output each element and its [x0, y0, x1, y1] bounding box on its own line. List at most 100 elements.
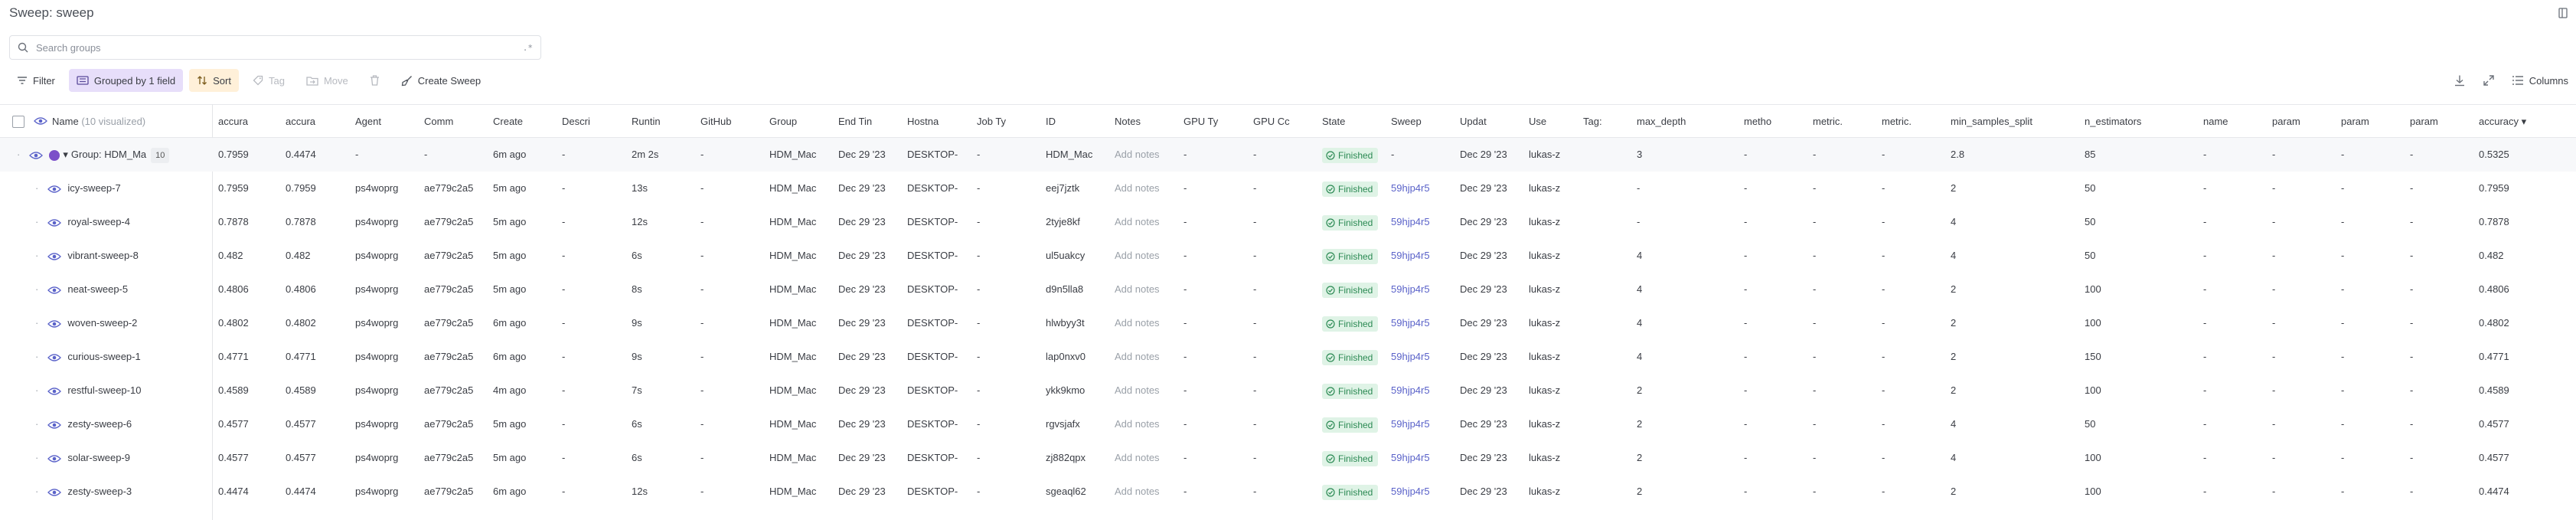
select-all-checkbox[interactable] — [12, 116, 24, 128]
column-header[interactable]: accura — [279, 105, 349, 139]
column-header[interactable]: metho — [1738, 105, 1807, 139]
column-header[interactable]: param — [2335, 105, 2404, 139]
column-header[interactable]: Hostna — [901, 105, 971, 139]
run-name-cell[interactable]: · woven-sweep-2 — [0, 306, 212, 340]
column-header[interactable]: State — [1316, 105, 1385, 139]
column-header[interactable]: End Tin — [832, 105, 901, 139]
sweep-link[interactable]: 59hjp4r5 — [1391, 452, 1430, 463]
add-notes-link[interactable]: Add notes — [1115, 351, 1160, 362]
table-row[interactable]: · royal-sweep-4 0.7878 0.7878 ps4woprg ae779c… — [0, 205, 2576, 239]
sweep-link[interactable]: 59hjp4r5 — [1391, 418, 1430, 430]
column-header[interactable]: name — [2197, 105, 2266, 139]
create-sweep-button[interactable]: Create Sweep — [393, 69, 488, 92]
delete-button[interactable] — [362, 69, 387, 92]
download-icon[interactable] — [2454, 74, 2466, 87]
search-input[interactable] — [36, 41, 523, 54]
group-color-dot[interactable] — [49, 149, 60, 161]
columns-button[interactable]: Columns — [2512, 69, 2568, 92]
add-notes-link[interactable]: Add notes — [1115, 149, 1160, 160]
table-row[interactable]: · restful-sweep-10 0.4589 0.4589 ps4woprg ae7… — [0, 374, 2576, 407]
column-header[interactable]: Job Ty — [971, 105, 1040, 139]
run-name[interactable]: royal-sweep-4 — [67, 216, 130, 227]
column-header[interactable]: Notes — [1108, 105, 1177, 139]
run-visibility-icon[interactable] — [47, 488, 62, 497]
table-row[interactable]: · curious-sweep-1 0.4771 0.4771 ps4woprg ae77… — [0, 340, 2576, 374]
run-name[interactable]: zesty-sweep-6 — [67, 418, 132, 430]
sort-button[interactable]: Sort — [189, 69, 239, 92]
run-name-cell[interactable]: · restful-sweep-10 — [0, 374, 212, 407]
run-name[interactable]: neat-sweep-5 — [67, 283, 128, 295]
column-header[interactable]: min_samples_split — [1944, 105, 2078, 139]
column-header[interactable]: Tag: — [1577, 105, 1631, 139]
sweep-link[interactable]: 59hjp4r5 — [1391, 283, 1430, 295]
table-row[interactable]: · solar-sweep-9 0.4577 0.4577 ps4woprg ae779c… — [0, 441, 2576, 475]
add-notes-link[interactable]: Add notes — [1115, 182, 1160, 194]
table-row[interactable]: · woven-sweep-2 0.4802 0.4802 ps4woprg ae779c… — [0, 306, 2576, 340]
table-row[interactable]: · zesty-sweep-3 0.4474 0.4474 ps4woprg ae779c… — [0, 475, 2576, 509]
column-header[interactable]: Use — [1523, 105, 1577, 139]
tag-button[interactable]: Tag — [245, 69, 292, 92]
expand-icon[interactable] — [2483, 74, 2495, 87]
run-visibility-icon[interactable] — [47, 420, 62, 430]
run-name-cell[interactable]: · solar-sweep-9 — [0, 441, 212, 475]
column-header[interactable]: GPU Ty — [1177, 105, 1247, 139]
table-row[interactable]: · icy-sweep-7 0.7959 0.7959 ps4woprg ae779c2a… — [0, 172, 2576, 205]
sweep-link[interactable]: 59hjp4r5 — [1391, 351, 1430, 362]
column-header[interactable]: metric. — [1807, 105, 1876, 139]
run-name-cell[interactable]: · zesty-sweep-6 — [0, 407, 212, 441]
column-header[interactable]: Group — [763, 105, 832, 139]
table-row[interactable]: · zesty-sweep-6 0.4577 0.4577 ps4woprg ae779c… — [0, 407, 2576, 441]
group-row[interactable]: · ▾ Group: HDM_Ma 10 0.7959 0.4474 - - 6m ago - 2m… — [0, 138, 2576, 172]
column-header[interactable]: Descri — [556, 105, 625, 139]
run-name[interactable]: woven-sweep-2 — [67, 317, 137, 329]
sweep-link[interactable]: 59hjp4r5 — [1391, 384, 1430, 396]
column-header[interactable]: param — [2266, 105, 2335, 139]
run-name-cell[interactable]: · royal-sweep-4 — [0, 205, 212, 239]
run-visibility-icon[interactable] — [47, 387, 62, 396]
run-name-cell[interactable]: · zesty-sweep-3 — [0, 475, 212, 509]
column-header[interactable]: Runtin — [625, 105, 694, 139]
sweep-link[interactable]: 59hjp4r5 — [1391, 216, 1430, 227]
add-notes-link[interactable]: Add notes — [1115, 418, 1160, 430]
group-button[interactable]: Grouped by 1 field — [68, 69, 184, 92]
column-header[interactable]: Create — [487, 105, 556, 139]
column-header[interactable]: accura — [212, 105, 279, 139]
column-header[interactable]: accuracy ▾ — [2473, 105, 2576, 139]
run-name-cell[interactable]: · vibrant-sweep-8 — [0, 239, 212, 273]
run-visibility-icon[interactable] — [47, 218, 62, 227]
column-header[interactable]: Agent — [349, 105, 418, 139]
run-visibility-icon[interactable] — [47, 185, 62, 194]
regex-toggle-icon[interactable]: .* — [523, 43, 533, 53]
run-visibility-icon[interactable] — [47, 454, 62, 463]
add-notes-link[interactable]: Add notes — [1115, 452, 1160, 463]
add-notes-link[interactable]: Add notes — [1115, 486, 1160, 497]
run-name[interactable]: icy-sweep-7 — [67, 182, 120, 194]
search-box[interactable]: .* — [9, 35, 541, 60]
panel-toggle-icon[interactable] — [2558, 8, 2568, 18]
chevron-down-icon[interactable]: ▾ — [63, 149, 68, 160]
name-column-header[interactable]: Name (10 visualized) — [46, 105, 211, 139]
run-visibility-icon[interactable] — [47, 353, 62, 362]
run-name[interactable]: vibrant-sweep-8 — [67, 250, 139, 261]
group-collapse-handle-icon[interactable]: · — [17, 149, 20, 160]
run-visibility-icon[interactable] — [47, 319, 62, 329]
group-name-cell[interactable]: · ▾ Group: HDM_Ma 10 — [0, 138, 212, 172]
run-name-cell[interactable]: · neat-sweep-5 — [0, 273, 212, 306]
run-visibility-icon[interactable] — [47, 286, 62, 295]
column-header[interactable]: GitHub — [694, 105, 763, 139]
run-name[interactable]: curious-sweep-1 — [67, 351, 140, 362]
run-name[interactable]: zesty-sweep-3 — [67, 486, 132, 497]
add-notes-link[interactable]: Add notes — [1115, 384, 1160, 396]
run-name-cell[interactable]: · curious-sweep-1 — [0, 340, 212, 374]
add-notes-link[interactable]: Add notes — [1115, 317, 1160, 329]
column-header[interactable]: n_estimators — [2078, 105, 2197, 139]
group-visibility-icon[interactable] — [29, 151, 44, 160]
sweep-link[interactable]: 59hjp4r5 — [1391, 182, 1430, 194]
add-notes-link[interactable]: Add notes — [1115, 250, 1160, 261]
run-name[interactable]: restful-sweep-10 — [67, 384, 141, 396]
column-header[interactable]: param — [2404, 105, 2473, 139]
sweep-link[interactable]: 59hjp4r5 — [1391, 317, 1430, 329]
add-notes-link[interactable]: Add notes — [1115, 216, 1160, 227]
table-row[interactable]: · neat-sweep-5 0.4806 0.4806 ps4woprg ae779c2… — [0, 273, 2576, 306]
column-header[interactable]: max_depth — [1631, 105, 1738, 139]
